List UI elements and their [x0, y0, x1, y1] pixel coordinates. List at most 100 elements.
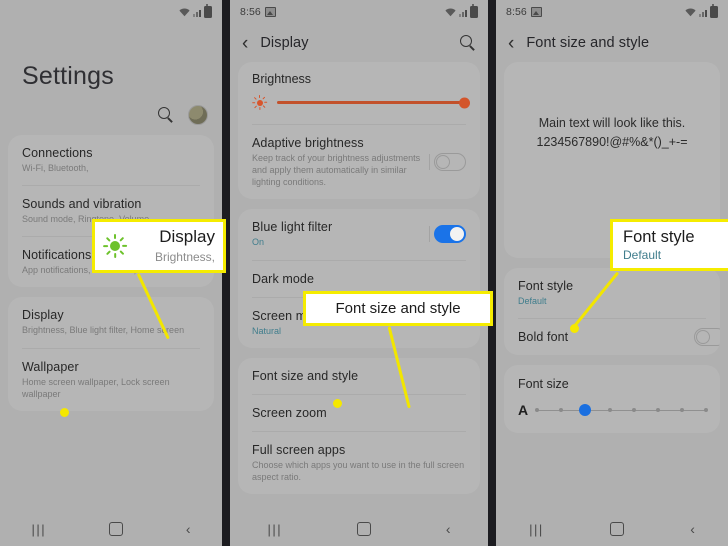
- callout-text: Font style Default: [623, 228, 695, 263]
- list-item-title: Sounds and vibration: [22, 197, 142, 212]
- battery-icon: [470, 4, 478, 18]
- font-size-step[interactable]: [655, 408, 660, 413]
- bold-font-toggle[interactable]: [694, 328, 720, 347]
- brightness-thumb[interactable]: [459, 97, 470, 108]
- list-item-title: Bold font: [518, 330, 569, 345]
- nav-bar-display: ||| ‹: [230, 512, 488, 546]
- font-size-section: Font size A: [504, 365, 720, 433]
- home-button[interactable]: [609, 522, 624, 536]
- font-size-step[interactable]: [704, 408, 708, 413]
- sidebar-item-display[interactable]: Display Brightness, Blue light filter, H…: [8, 297, 214, 347]
- blue-light-filter-toggle[interactable]: [434, 225, 466, 244]
- adaptive-brightness-row[interactable]: Adaptive brightness Keep track of your b…: [238, 125, 480, 199]
- sidebar-item-wallpaper[interactable]: Wallpaper Home screen wallpaper, Lock sc…: [8, 349, 214, 411]
- recents-button[interactable]: |||: [267, 522, 282, 537]
- list-item-subtitle: Choose which apps you want to use in the…: [252, 459, 465, 482]
- font-size-thumb[interactable]: [579, 404, 592, 417]
- status-right: [685, 4, 718, 18]
- screenshot-stage: Settings Connections Wi-Fi, Bluetooth, S…: [0, 0, 728, 546]
- brightness-sun-icon: [103, 234, 128, 258]
- wifi-icon: [179, 8, 190, 17]
- home-button[interactable]: [356, 522, 371, 536]
- list-item-subtitle: Natural: [252, 325, 282, 336]
- list-item-subtitle: Default: [518, 296, 547, 306]
- back-button[interactable]: ‹: [690, 521, 695, 537]
- font-size-track[interactable]: [535, 404, 708, 417]
- adaptive-brightness-toggle[interactable]: [434, 153, 466, 172]
- signal-icon: [699, 8, 707, 17]
- list-item-subtitle: Home screen wallpaper, Lock screen wallp…: [22, 376, 170, 399]
- font-size-and-style-row[interactable]: Font size and style: [238, 358, 480, 394]
- font-size-step[interactable]: [607, 408, 612, 413]
- callout-font-style: Font style Default: [610, 219, 728, 271]
- leader-dot-font-size-style: [333, 399, 342, 408]
- status-bar-settings: [0, 0, 222, 24]
- font-size-step[interactable]: [535, 408, 540, 413]
- recents-button[interactable]: |||: [31, 522, 46, 537]
- page-title: Display: [260, 35, 309, 51]
- brightness-track[interactable]: [277, 97, 470, 108]
- search-icon[interactable]: [460, 35, 476, 51]
- avatar[interactable]: [188, 105, 208, 125]
- sidebar-item-connections[interactable]: Connections Wi-Fi, Bluetooth,: [8, 135, 214, 185]
- callout-title: Font size and style: [335, 300, 461, 317]
- toggle-divider: [429, 226, 430, 243]
- signal-icon: [459, 8, 467, 17]
- callout-title: Display: [159, 227, 215, 247]
- image-icon: [264, 7, 276, 17]
- list-item-subtitle: Brightness, Blue light filter, Home scre…: [22, 325, 185, 336]
- preview-line-1: Main text will look like this.: [538, 116, 686, 130]
- back-arrow-icon[interactable]: ‹: [242, 34, 248, 53]
- brightness-label: Brightness: [252, 72, 312, 86]
- status-right: [445, 4, 478, 18]
- wifi-icon: [685, 8, 696, 17]
- preview-line-2: 1234567890!@#%&*()_+-=: [536, 135, 688, 150]
- home-button[interactable]: [108, 522, 123, 536]
- back-arrow-icon[interactable]: ‹: [508, 34, 514, 53]
- screen-zoom-row[interactable]: Screen zoom: [238, 395, 480, 431]
- blue-light-filter-row[interactable]: Blue light filter On: [238, 209, 480, 259]
- page-title: Font size and style: [526, 35, 650, 51]
- battery-icon: [204, 4, 212, 18]
- bold-font-row[interactable]: Bold font: [504, 319, 720, 355]
- leader-dot-display: [60, 408, 69, 417]
- callout-subtitle: Default: [623, 248, 662, 263]
- nav-bar-settings: ||| ‹: [0, 512, 222, 546]
- font-size-step[interactable]: [631, 408, 636, 413]
- back-button[interactable]: ‹: [446, 521, 451, 537]
- app-bar-font: ‹ Font size and style: [496, 24, 728, 62]
- font-size-card: Font size A: [504, 365, 720, 434]
- brightness-sun-icon: [252, 95, 268, 110]
- status-right: [179, 4, 212, 18]
- callout-font-size-and-style: Font size and style: [303, 291, 493, 326]
- font-size-step[interactable]: [679, 408, 684, 413]
- toggle-divider: [429, 154, 430, 171]
- leader-dot-font-style: [570, 324, 579, 333]
- back-button[interactable]: ‹: [186, 521, 191, 537]
- callout-subtitle: Brightness,: [154, 249, 215, 264]
- battery-icon: [710, 4, 718, 18]
- list-item-subtitle: Wi-Fi, Bluetooth,: [22, 163, 89, 173]
- status-left: 8:56: [240, 6, 276, 18]
- brightness-slider[interactable]: [252, 95, 470, 110]
- font-size-slider[interactable]: A: [518, 402, 708, 419]
- phone-bezel-2: [488, 0, 496, 546]
- phone-bezel-1: [222, 0, 230, 546]
- font-preview: Main text will look like this. 123456789…: [504, 62, 720, 193]
- image-icon: [530, 7, 542, 17]
- list-item-title: Wallpaper: [22, 359, 79, 374]
- font-size-marker: A: [518, 402, 529, 419]
- full-screen-apps-row[interactable]: Full screen apps Choose which apps you w…: [238, 432, 480, 494]
- settings-card-2: Display Brightness, Blue light filter, H…: [8, 297, 214, 411]
- phone-panel-display: 8:56 ‹ Display Brightness Adaptive brigh…: [230, 0, 488, 546]
- display-card-font: Font size and style Screen zoom Full scr…: [238, 357, 480, 494]
- recents-button[interactable]: |||: [529, 522, 544, 537]
- app-bar-display: ‹ Display: [230, 24, 488, 62]
- font-size-step[interactable]: [559, 408, 564, 413]
- status-bar-font: 8:56: [496, 0, 728, 24]
- brightness-section: Brightness: [238, 62, 480, 124]
- search-icon[interactable]: [158, 107, 174, 123]
- nav-bar-font: ||| ‹: [496, 512, 728, 546]
- list-item-title: Screen zoom: [252, 405, 327, 420]
- status-time: 8:56: [506, 6, 527, 18]
